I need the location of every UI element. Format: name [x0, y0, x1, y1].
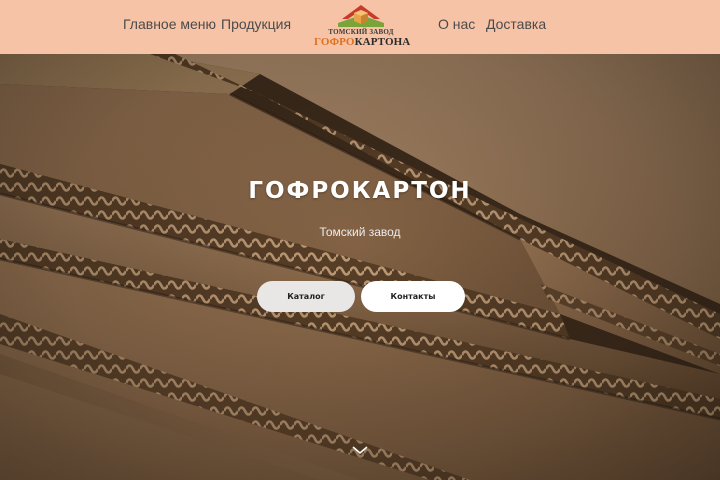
chevron-down-icon[interactable] — [351, 444, 369, 456]
nav-about[interactable]: О нас — [438, 16, 475, 32]
logo[interactable]: ТОМСКИЙ ЗАВОД ГОФРОКАРТОНА — [314, 1, 411, 51]
logo-main-text: ГОФРОКАРТОНА — [314, 36, 411, 48]
catalog-button[interactable]: Каталог — [257, 281, 355, 312]
box-house-icon — [338, 5, 384, 27]
logo-main-part1: ГОФРО — [314, 36, 355, 48]
logo-main-part2: КАРТОНА — [354, 36, 411, 48]
hero-subtitle: Томский завод — [319, 225, 401, 239]
site-header: Главное меню Продукция ТОМСКИЙ ЗАВОД ГОФ… — [0, 0, 720, 54]
hero-section: ГОФРОКАРТОН Томский завод Каталог Контак… — [0, 54, 720, 480]
hero-overlay — [0, 54, 720, 480]
contacts-button[interactable]: Контакты — [361, 281, 465, 312]
hero-title: ГОФРОКАРТОН — [248, 178, 472, 204]
nav-main-menu[interactable]: Главное меню — [123, 16, 216, 32]
logo-top-text: ТОМСКИЙ ЗАВОД — [328, 28, 394, 36]
nav-products[interactable]: Продукция — [221, 16, 291, 32]
nav-delivery[interactable]: Доставка — [486, 16, 546, 32]
